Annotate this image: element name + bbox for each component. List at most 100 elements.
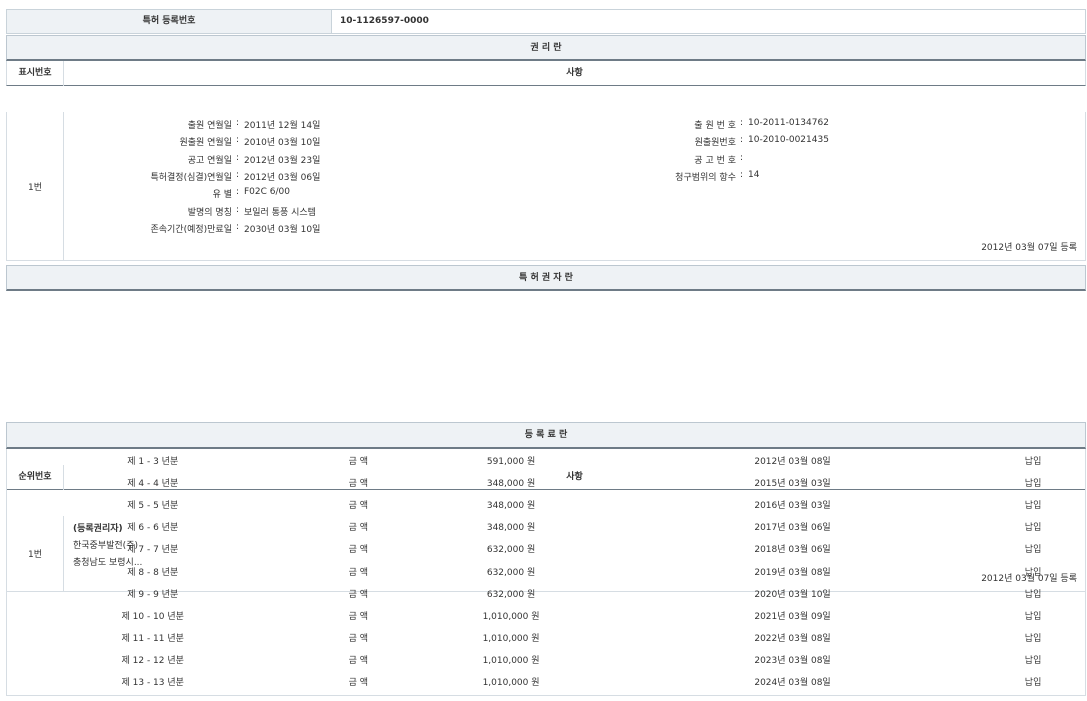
fee-status: 납입 [981, 604, 1085, 626]
fee-date: 2016년 03월 03일 [604, 493, 981, 515]
fee-row: 제 7 - 7 년분금 액632,000 원2018년 03월 06일납입 [7, 538, 1085, 560]
field-label: 특허결정(심결)연월일 [150, 170, 232, 183]
fee-status: 납입 [981, 516, 1085, 538]
fee-label: 금 액 [298, 538, 418, 560]
registration-number-bar: 특허 등록번호 10-1126597-0000 [6, 9, 1086, 34]
fee-label: 금 액 [298, 582, 418, 604]
rights-col-desc: 사항 [64, 61, 1085, 86]
field-separator: : [236, 205, 239, 215]
field-separator: : [740, 118, 743, 128]
owner-section-title: 특 허 권 자 란 [6, 265, 1086, 291]
field-value: 2030년 03월 10일 [244, 222, 320, 235]
fee-date: 2019년 03월 08일 [604, 560, 981, 582]
fees-table-wrap: 제 1 - 3 년분금 액591,000 원2012년 03월 08일납입제 4… [6, 449, 1086, 696]
fee-period: 제 1 - 3 년분 [7, 449, 298, 471]
registration-number-label: 특허 등록번호 [7, 10, 332, 33]
fee-status: 납입 [981, 560, 1085, 582]
fee-status: 납입 [981, 671, 1085, 693]
fee-period: 제 5 - 5 년분 [7, 493, 298, 515]
fee-status: 납입 [981, 471, 1085, 493]
field-value: 보일러 통풍 시스템 [244, 205, 316, 218]
field-separator: : [740, 170, 743, 180]
fee-period: 제 4 - 4 년분 [7, 471, 298, 493]
fee-label: 금 액 [298, 671, 418, 693]
fee-date: 2012년 03월 08일 [604, 449, 981, 471]
fee-amount: 632,000 원 [418, 560, 604, 582]
fee-amount: 591,000 원 [418, 449, 604, 471]
registration-number-value: 10-1126597-0000 [340, 10, 429, 33]
fee-period: 제 9 - 9 년분 [7, 582, 298, 604]
fee-date: 2024년 03월 08일 [604, 671, 981, 693]
fee-status: 납입 [981, 582, 1085, 604]
fee-period: 제 7 - 7 년분 [7, 538, 298, 560]
field-value: 2012년 03월 06일 [244, 170, 320, 183]
fee-period: 제 11 - 11 년분 [7, 627, 298, 649]
fee-label: 금 액 [298, 471, 418, 493]
field-label: 공 고 번 호 [694, 153, 736, 166]
field-label: 원출원번호 [695, 135, 736, 148]
fee-row: 제 5 - 5 년분금 액348,000 원2016년 03월 03일납입 [7, 493, 1085, 515]
fee-amount: 1,010,000 원 [418, 649, 604, 671]
fee-date: 2015년 03월 03일 [604, 471, 981, 493]
fee-label: 금 액 [298, 627, 418, 649]
fee-date: 2018년 03월 06일 [604, 538, 981, 560]
field-label: 유 별 [213, 187, 232, 200]
fee-date: 2017년 03월 06일 [604, 516, 981, 538]
field-value: 2011년 12월 14일 [244, 118, 320, 131]
field-value: 10-2011-0134762 [748, 118, 829, 128]
fee-status: 납입 [981, 493, 1085, 515]
field-label: 청구범위의 항수 [675, 170, 736, 183]
fee-label: 금 액 [298, 449, 418, 471]
fee-amount: 1,010,000 원 [418, 627, 604, 649]
field-separator: : [236, 222, 239, 232]
fee-date: 2023년 03월 08일 [604, 649, 981, 671]
fees-table: 제 1 - 3 년분금 액591,000 원2012년 03월 08일납입제 4… [7, 449, 1085, 693]
fee-row: 제 9 - 9 년분금 액632,000 원2020년 03월 10일납입 [7, 582, 1085, 604]
fee-amount: 1,010,000 원 [418, 604, 604, 626]
fee-status: 납입 [981, 649, 1085, 671]
field-label: 존속기간(예정)만료일 [150, 222, 232, 235]
fee-status: 납입 [981, 627, 1085, 649]
fee-date: 2021년 03월 09일 [604, 604, 981, 626]
rights-column-header: 표시번호 사항 [6, 61, 1086, 86]
fee-amount: 1,010,000 원 [418, 671, 604, 693]
fee-row: 제 10 - 10 년분금 액1,010,000 원2021년 03월 09일납… [7, 604, 1085, 626]
fee-row: 제 12 - 12 년분금 액1,010,000 원2023년 03월 08일납… [7, 649, 1085, 671]
field-value: 10-2010-0021435 [748, 135, 829, 145]
field-separator: : [740, 135, 743, 145]
fee-period: 제 13 - 13 년분 [7, 671, 298, 693]
rights-registered-date: 2012년 03월 07일 등록 [981, 240, 1077, 253]
fee-label: 금 액 [298, 560, 418, 582]
fee-amount: 632,000 원 [418, 538, 604, 560]
fee-row: 제 13 - 13 년분금 액1,010,000 원2024년 03월 08일납… [7, 671, 1085, 693]
fee-amount: 348,000 원 [418, 471, 604, 493]
fee-label: 금 액 [298, 649, 418, 671]
field-separator: : [236, 170, 239, 180]
field-separator: : [236, 153, 239, 163]
field-label: 발명의 명칭 [188, 205, 232, 218]
fee-period: 제 12 - 12 년분 [7, 649, 298, 671]
fee-status: 납입 [981, 538, 1085, 560]
fee-row: 제 6 - 6 년분금 액348,000 원2017년 03월 06일납입 [7, 516, 1085, 538]
field-value: 2012년 03월 23일 [244, 153, 320, 166]
fee-row: 제 4 - 4 년분금 액348,000 원2015년 03월 03일납입 [7, 471, 1085, 493]
rights-row: 1번 출원 연월일:2011년 12월 14일원출원 연월일:2010년 03월… [6, 112, 1086, 261]
field-value: 2010년 03월 10일 [244, 135, 320, 148]
fees-section-title: 등 록 료 란 [6, 422, 1086, 449]
fee-label: 금 액 [298, 493, 418, 515]
fee-label: 금 액 [298, 516, 418, 538]
field-value: F02C 6/00 [244, 187, 290, 197]
field-label: 출 원 번 호 [694, 118, 736, 131]
fee-date: 2020년 03월 10일 [604, 582, 981, 604]
field-separator: : [740, 153, 743, 163]
fee-row: 제 8 - 8 년분금 액632,000 원2019년 03월 08일납입 [7, 560, 1085, 582]
field-value: 14 [748, 170, 759, 180]
field-label: 원출원 연월일 [179, 135, 232, 148]
fee-row: 제 1 - 3 년분금 액591,000 원2012년 03월 08일납입 [7, 449, 1085, 471]
rights-col-number: 표시번호 [7, 61, 64, 86]
field-label: 출원 연월일 [188, 118, 232, 131]
fee-amount: 348,000 원 [418, 493, 604, 515]
fee-date: 2022년 03월 08일 [604, 627, 981, 649]
rights-row-number: 1번 [7, 112, 64, 260]
field-separator: : [236, 187, 239, 197]
